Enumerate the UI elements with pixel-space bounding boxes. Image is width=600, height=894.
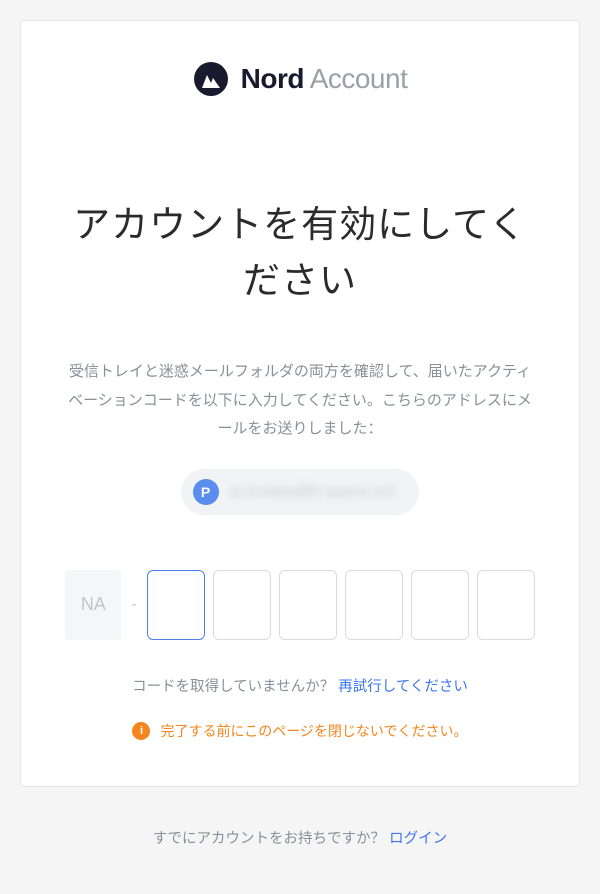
- code-dash: -: [131, 596, 136, 614]
- logo-account-text: Account: [310, 63, 408, 94]
- email-avatar: P: [193, 479, 219, 505]
- email-pill: P pr.kotaka@b-space.net: [181, 469, 420, 515]
- retry-link[interactable]: 再試行してください: [338, 679, 468, 695]
- code-input-6[interactable]: [477, 570, 535, 640]
- instructions-text: 受信トレイと迷惑メールフォルダの両方を確認して、届いたアクティベーションコードを…: [56, 358, 544, 444]
- warning-text: 完了する前にこのページを閉じないでください。: [160, 721, 467, 741]
- info-icon: i: [132, 722, 150, 740]
- code-input-5[interactable]: [411, 570, 469, 640]
- code-entry-row: NA -: [56, 570, 544, 640]
- code-input-1[interactable]: [147, 570, 205, 640]
- footer-prompt: すでにアカウントをお持ちですか？: [153, 831, 385, 847]
- warning-row: i 完了する前にこのページを閉じないでください。: [132, 721, 467, 741]
- email-address: pr.kotaka@b-space.net: [231, 483, 396, 500]
- code-input-3[interactable]: [279, 570, 337, 640]
- logo: Nord Account: [193, 61, 408, 97]
- code-prefix: NA: [65, 570, 121, 640]
- code-input-2[interactable]: [213, 570, 271, 640]
- login-link[interactable]: ログイン: [389, 831, 447, 847]
- nord-logo-icon: [193, 61, 229, 97]
- logo-text: Nord Account: [241, 63, 408, 95]
- activation-card: Nord Account アカウントを有効にしてください 受信トレイと迷惑メール…: [20, 20, 580, 787]
- retry-prompt: コードを取得していませんか？: [132, 679, 334, 695]
- code-input-4[interactable]: [345, 570, 403, 640]
- retry-row: コードを取得していませんか？ 再試行してください: [132, 675, 468, 696]
- logo-nord-text: Nord: [241, 63, 304, 94]
- page-title: アカウントを有効にしてください: [56, 197, 544, 308]
- footer: すでにアカウントをお持ちですか？ ログイン: [153, 827, 447, 848]
